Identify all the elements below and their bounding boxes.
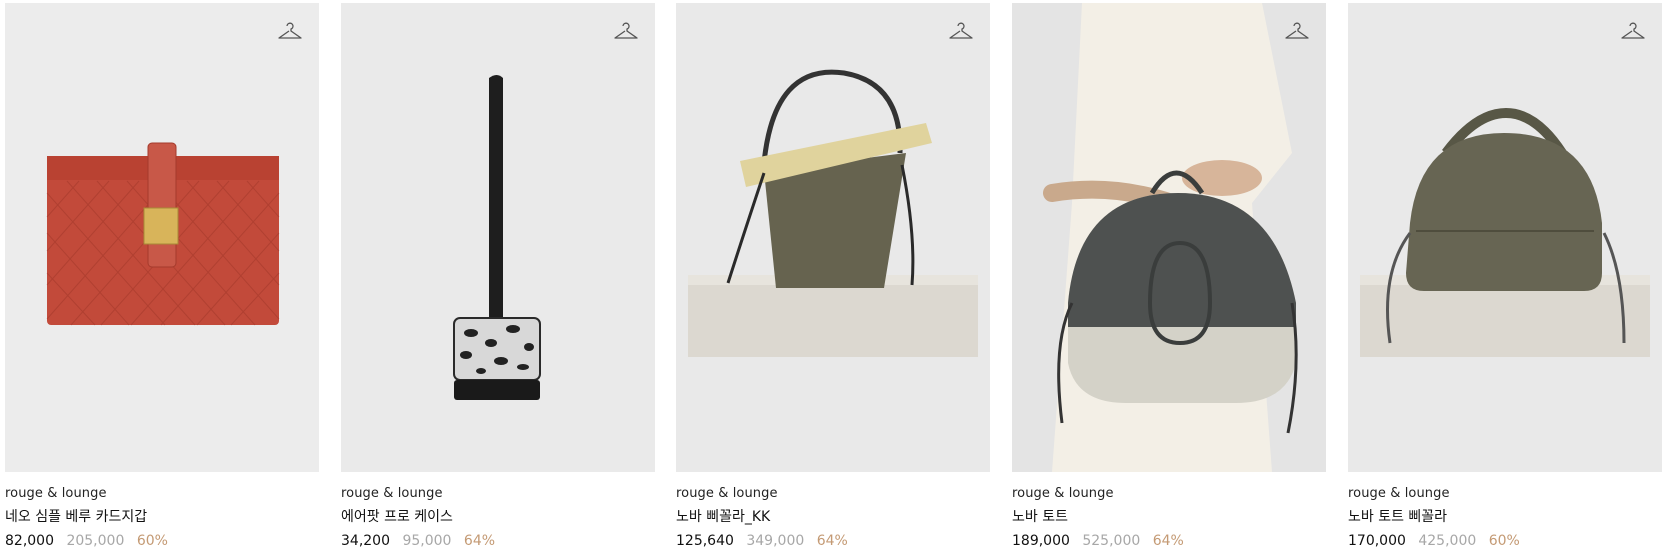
price-row: 170,000 425,000 60% xyxy=(1348,532,1662,550)
card-wallet-image xyxy=(5,3,319,472)
product-card[interactable]: rouge & lounge 에어팟 프로 케이스 34,200 95,000 … xyxy=(341,3,655,550)
discount-rate: 64% xyxy=(1152,533,1184,549)
sale-price: 189,000 xyxy=(1012,533,1070,549)
sale-price: 34,200 xyxy=(341,533,390,549)
original-price: 205,000 xyxy=(66,533,125,549)
sale-price: 82,000 xyxy=(5,533,54,549)
price-row: 82,000 205,000 60% xyxy=(5,532,319,550)
product-brand[interactable]: rouge & lounge xyxy=(5,485,319,502)
original-price: 349,000 xyxy=(746,533,805,549)
product-brand[interactable]: rouge & lounge xyxy=(676,485,990,502)
hanger-icon[interactable] xyxy=(613,19,639,45)
discount-rate: 64% xyxy=(463,533,496,549)
product-name[interactable]: 노바 토트 xyxy=(1012,508,1326,526)
product-card[interactable]: rouge & lounge 노바 토트 189,000 525,000 64% xyxy=(1012,3,1326,550)
discount-rate: 60% xyxy=(136,533,168,549)
product-brand[interactable]: rouge & lounge xyxy=(341,485,655,502)
hanger-icon[interactable] xyxy=(1284,19,1310,45)
product-image[interactable] xyxy=(1012,3,1326,472)
product-image[interactable] xyxy=(676,3,990,472)
bucket-bag-image xyxy=(676,3,990,472)
product-grid: rouge & lounge 네오 심플 베루 카드지갑 82,000 205,… xyxy=(0,0,1664,555)
hanger-icon[interactable] xyxy=(277,19,303,45)
sale-price: 125,640 xyxy=(676,533,734,549)
product-card[interactable]: rouge & lounge 노바 토트 삐꼴라 170,000 425,000… xyxy=(1348,3,1662,550)
price-row: 125,640 349,000 64% xyxy=(676,532,990,550)
airpods-case-image xyxy=(341,3,655,472)
product-card[interactable]: rouge & lounge 노바 삐꼴라_KK 125,640 349,000… xyxy=(676,3,990,550)
discount-rate: 64% xyxy=(816,533,848,549)
hanger-icon[interactable] xyxy=(948,19,974,45)
product-name[interactable]: 네오 심플 베루 카드지갑 xyxy=(5,508,319,526)
original-price: 525,000 xyxy=(1082,533,1141,549)
product-name[interactable]: 노바 토트 삐꼴라 xyxy=(1348,508,1662,526)
dome-tote-image xyxy=(1348,3,1662,472)
product-name[interactable]: 노바 삐꼴라_KK xyxy=(676,508,990,526)
price-row: 34,200 95,000 64% xyxy=(341,532,655,550)
product-name[interactable]: 에어팟 프로 케이스 xyxy=(341,508,655,526)
product-brand[interactable]: rouge & lounge xyxy=(1348,485,1662,502)
product-image[interactable] xyxy=(1348,3,1662,472)
original-price: 425,000 xyxy=(1418,533,1477,549)
sale-price: 170,000 xyxy=(1348,533,1406,549)
price-row: 189,000 525,000 64% xyxy=(1012,532,1326,550)
original-price: 95,000 xyxy=(402,533,452,549)
product-image[interactable] xyxy=(341,3,655,472)
discount-rate: 60% xyxy=(1488,533,1520,549)
hanger-icon[interactable] xyxy=(1620,19,1646,45)
product-card[interactable]: rouge & lounge 네오 심플 베루 카드지갑 82,000 205,… xyxy=(5,3,319,550)
product-image[interactable] xyxy=(5,3,319,472)
tote-model-image xyxy=(1012,3,1326,472)
product-brand[interactable]: rouge & lounge xyxy=(1012,485,1326,502)
